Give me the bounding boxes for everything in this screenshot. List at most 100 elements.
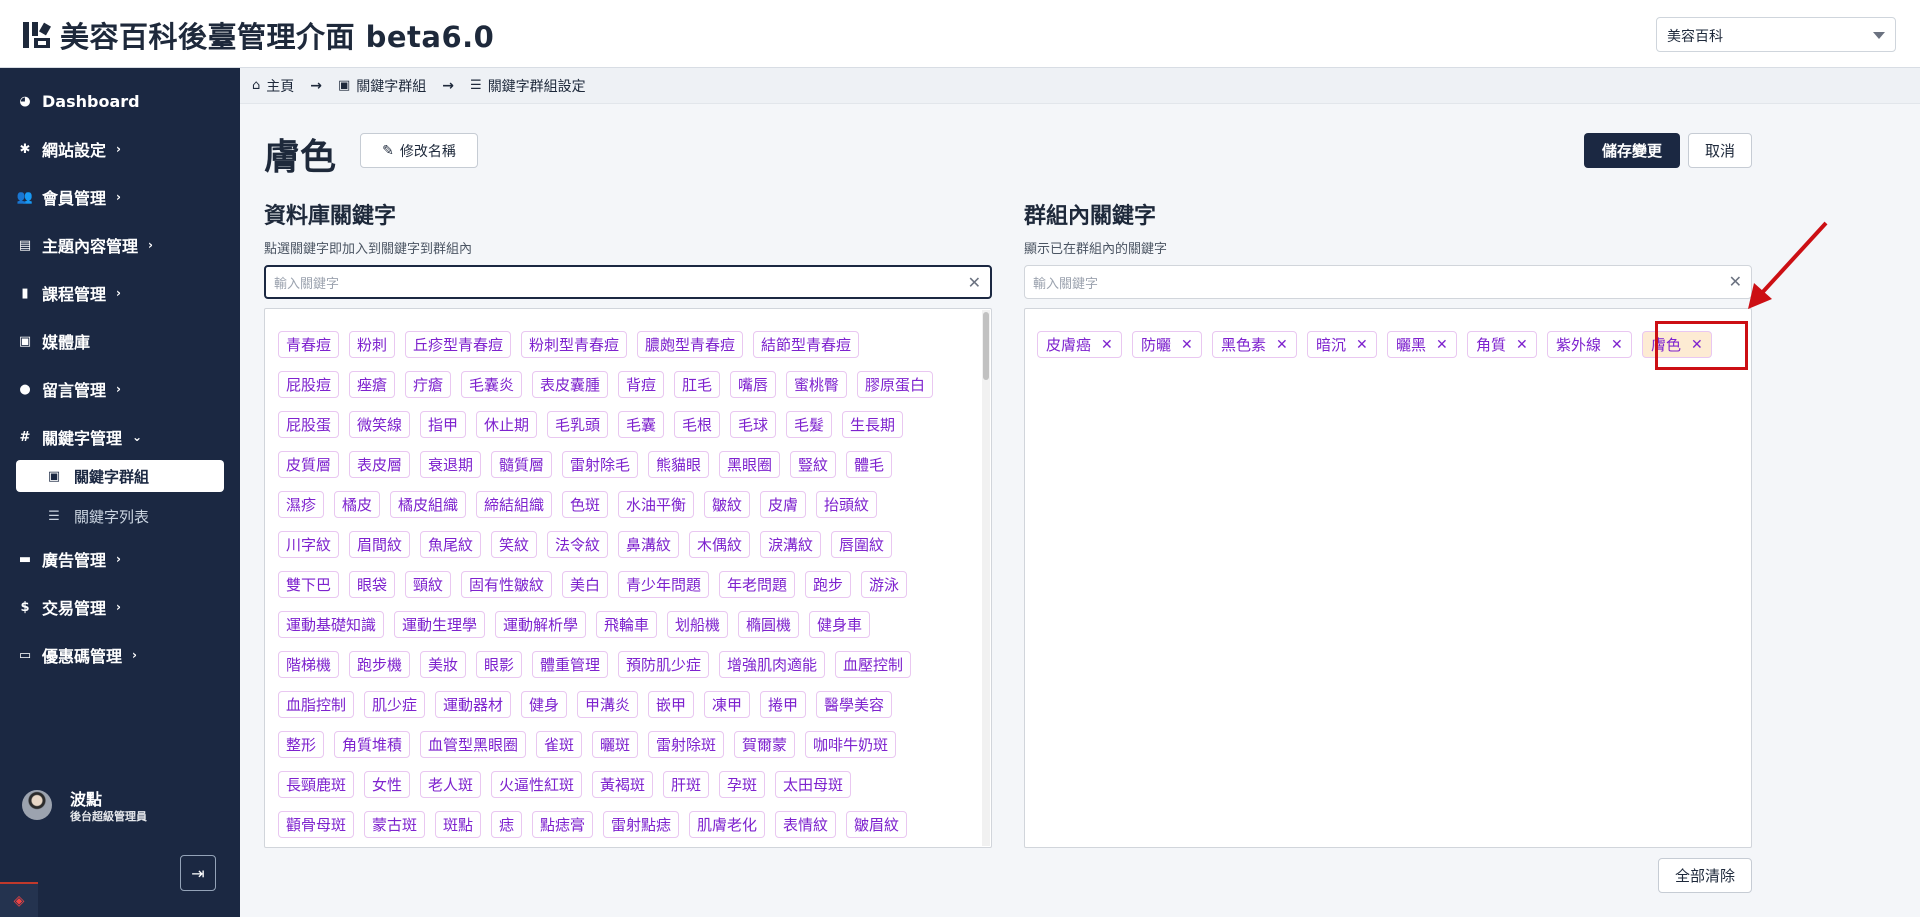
db-keyword-tag[interactable]: 健身車	[809, 611, 871, 638]
db-keyword-tag[interactable]: 濕疹	[278, 491, 325, 518]
db-keyword-search-input[interactable]: 輸入關鍵字 ✕	[264, 265, 992, 299]
db-keyword-tag[interactable]: 嵌甲	[648, 691, 695, 718]
sidebar-item-transactions[interactable]: $ 交易管理 ›	[16, 592, 121, 622]
db-keyword-tag[interactable]: 運動器材	[435, 691, 512, 718]
logout-button[interactable]: ⇥	[180, 855, 216, 891]
db-keyword-tag[interactable]: 疔瘡	[405, 371, 452, 398]
db-keyword-tag[interactable]: 階梯機	[278, 651, 340, 678]
remove-icon[interactable]: ✕	[1276, 337, 1288, 353]
remove-icon[interactable]: ✕	[1356, 337, 1368, 353]
db-keyword-tag[interactable]: 頸紋	[405, 571, 452, 598]
db-keyword-tag[interactable]: 色斑	[562, 491, 609, 518]
sidebar-item-content[interactable]: ▤ 主題內容管理 ›	[16, 230, 153, 260]
group-keyword-tag[interactable]: 皮膚癌 ✕	[1037, 331, 1122, 358]
db-keyword-tag[interactable]: 毛囊	[618, 411, 665, 438]
sidebar-item-keywords[interactable]: # 關鍵字管理 ⌄	[16, 422, 143, 452]
db-keyword-tag[interactable]: 運動基礎知識	[278, 611, 385, 638]
db-keyword-tag[interactable]: 指甲	[420, 411, 467, 438]
cancel-button[interactable]: 取消	[1688, 133, 1752, 168]
db-keyword-tag[interactable]: 凍甲	[704, 691, 751, 718]
db-keyword-tag[interactable]: 粉刺	[349, 331, 396, 358]
db-keyword-tag[interactable]: 體重管理	[532, 651, 609, 678]
db-keyword-tag[interactable]: 川字紋	[278, 531, 340, 558]
db-keyword-tag[interactable]: 休止期	[476, 411, 538, 438]
db-keyword-tag[interactable]: 橘皮	[334, 491, 381, 518]
db-keyword-tag[interactable]: 蒙古斑	[364, 811, 426, 838]
sidebar-item-ads[interactable]: ▬ 廣告管理 ›	[16, 544, 121, 574]
db-keyword-tag[interactable]: 締結組織	[476, 491, 553, 518]
db-keyword-tag[interactable]: 咖啡牛奶斑	[805, 731, 897, 758]
db-keyword-tag[interactable]: 黑眼圈	[719, 451, 781, 478]
breadcrumb-home[interactable]: ⌂ 主頁	[252, 76, 294, 96]
group-keyword-tag[interactable]: 紫外線 ✕	[1547, 331, 1632, 358]
sidebar-item-media[interactable]: ▣ 媒體庫	[16, 326, 90, 356]
db-keyword-tag[interactable]: 蜜桃臀	[786, 371, 848, 398]
db-keyword-tag[interactable]: 賀爾蒙	[734, 731, 796, 758]
db-keyword-tag[interactable]: 黃褐斑	[592, 771, 654, 798]
db-keyword-tag[interactable]: 跑步	[805, 571, 852, 598]
db-keyword-tag[interactable]: 眼影	[476, 651, 523, 678]
db-keyword-tag[interactable]: 橘皮組織	[390, 491, 467, 518]
site-select[interactable]: 美容百科	[1656, 17, 1896, 52]
sidebar-item-coupons[interactable]: ▭ 優惠碼管理 ›	[16, 640, 137, 670]
save-button[interactable]: 儲存變更	[1584, 133, 1680, 168]
db-keyword-tag[interactable]: 膿皰型青春痘	[637, 331, 744, 358]
db-keyword-tag[interactable]: 孕斑	[719, 771, 766, 798]
db-keyword-tag[interactable]: 斑點	[435, 811, 482, 838]
db-keyword-tag[interactable]: 粉刺型青春痘	[521, 331, 628, 358]
clear-icon[interactable]: ✕	[968, 273, 981, 292]
db-keyword-tag[interactable]: 毛根	[674, 411, 721, 438]
db-keyword-tag[interactable]: 水油平衡	[618, 491, 695, 518]
db-keyword-tag[interactable]: 女性	[364, 771, 411, 798]
db-keyword-tag[interactable]: 皺紋	[704, 491, 751, 518]
db-keyword-tag[interactable]: 笑紋	[491, 531, 538, 558]
db-keyword-tag[interactable]: 雙下巴	[278, 571, 340, 598]
db-keyword-tag[interactable]: 木偶紋	[689, 531, 751, 558]
db-keyword-tag[interactable]: 膠原蛋白	[857, 371, 934, 398]
sidebar-item-dashboard[interactable]: ◕ Dashboard	[16, 86, 139, 116]
db-keyword-tag[interactable]: 運動解析學	[495, 611, 587, 638]
db-keyword-tag[interactable]: 青少年問題	[618, 571, 710, 598]
db-keyword-tag[interactable]: 捲甲	[760, 691, 807, 718]
db-keyword-tag[interactable]: 太田母斑	[775, 771, 852, 798]
scrollbar-thumb[interactable]	[983, 312, 989, 380]
db-keyword-tag[interactable]: 健身	[521, 691, 568, 718]
db-keyword-tag[interactable]: 痣	[491, 811, 523, 838]
remove-icon[interactable]: ✕	[1611, 337, 1623, 353]
db-keyword-tag[interactable]: 划船機	[667, 611, 729, 638]
db-keyword-tag[interactable]: 甲溝炎	[577, 691, 639, 718]
group-keyword-tag[interactable]: 曬黑 ✕	[1387, 331, 1457, 358]
db-keyword-tag[interactable]: 痤瘡	[349, 371, 396, 398]
db-keyword-tag[interactable]: 微笑線	[349, 411, 411, 438]
group-keyword-tag[interactable]: 防曬 ✕	[1132, 331, 1202, 358]
db-keyword-tag[interactable]: 血管型黑眼圈	[420, 731, 527, 758]
db-keyword-tag[interactable]: 青春痘	[278, 331, 340, 358]
db-keyword-tag[interactable]: 雷射點痣	[603, 811, 680, 838]
db-keyword-tag[interactable]: 老人斑	[420, 771, 482, 798]
db-keyword-tag[interactable]: 毛球	[730, 411, 777, 438]
db-keyword-tag[interactable]: 屁股痘	[278, 371, 340, 398]
db-keyword-tag[interactable]: 角質堆積	[334, 731, 411, 758]
db-keyword-tag[interactable]: 增強肌肉適能	[719, 651, 826, 678]
db-keyword-tag[interactable]: 鼻溝紋	[618, 531, 680, 558]
db-keyword-tag[interactable]: 整形	[278, 731, 325, 758]
db-keyword-tag[interactable]: 抬頭紋	[816, 491, 878, 518]
db-keyword-tag[interactable]: 屁股蛋	[278, 411, 340, 438]
db-keyword-tag[interactable]: 點痣膏	[532, 811, 594, 838]
scrollbar-track[interactable]	[982, 310, 990, 846]
db-keyword-tag[interactable]: 火逼性紅斑	[491, 771, 583, 798]
db-keyword-tag[interactable]: 豎紋	[790, 451, 837, 478]
db-keyword-tag[interactable]: 體毛	[846, 451, 893, 478]
db-keyword-tag[interactable]: 雀斑	[536, 731, 583, 758]
db-keyword-tag[interactable]: 顴骨母斑	[278, 811, 355, 838]
group-keyword-tag[interactable]: 黑色素 ✕	[1212, 331, 1297, 358]
db-keyword-tag[interactable]: 飛輪車	[596, 611, 658, 638]
sidebar-item-members[interactable]: 👥 會員管理 ›	[16, 182, 121, 212]
db-keyword-tag[interactable]: 眼袋	[349, 571, 396, 598]
db-keyword-tag[interactable]: 法令紋	[547, 531, 609, 558]
db-keyword-tag[interactable]: 嘴唇	[730, 371, 777, 398]
db-keyword-tag[interactable]: 年老問題	[719, 571, 796, 598]
remove-icon[interactable]: ✕	[1516, 337, 1528, 353]
db-keyword-tag[interactable]: 跑步機	[349, 651, 411, 678]
db-keyword-tag[interactable]: 雷射除斑	[648, 731, 725, 758]
